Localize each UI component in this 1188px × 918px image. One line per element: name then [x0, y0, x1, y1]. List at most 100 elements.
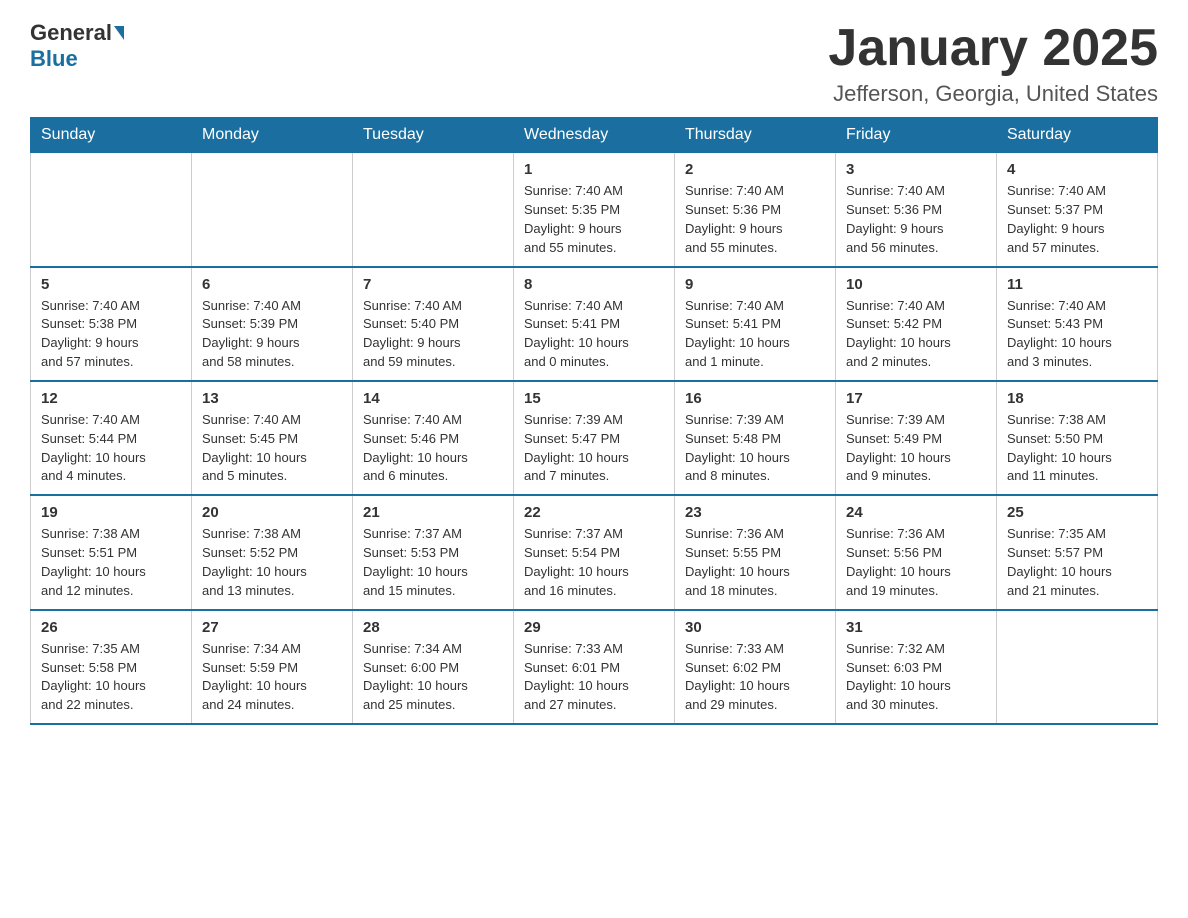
day-info: Sunrise: 7:32 AMSunset: 6:03 PMDaylight:… — [846, 640, 986, 715]
calendar-cell: 20 Sunrise: 7:38 AMSunset: 5:52 PMDayligh… — [192, 495, 353, 609]
calendar-week-row: 5 Sunrise: 7:40 AMSunset: 5:38 PMDaylight… — [31, 267, 1158, 381]
calendar-cell: 15 Sunrise: 7:39 AMSunset: 5:47 PMDayligh… — [514, 381, 675, 495]
day-of-week-header: Thursday — [675, 118, 836, 153]
day-of-week-header: Monday — [192, 118, 353, 153]
calendar-cell: 22 Sunrise: 7:37 AMSunset: 5:54 PMDayligh… — [514, 495, 675, 609]
calendar-cell: 5 Sunrise: 7:40 AMSunset: 5:38 PMDaylight… — [31, 267, 192, 381]
calendar-cell: 21 Sunrise: 7:37 AMSunset: 5:53 PMDayligh… — [353, 495, 514, 609]
day-number: 19 — [41, 504, 181, 521]
day-info: Sunrise: 7:40 AMSunset: 5:39 PMDaylight:… — [202, 297, 342, 372]
day-info: Sunrise: 7:33 AMSunset: 6:02 PMDaylight:… — [685, 640, 825, 715]
calendar-cell: 26 Sunrise: 7:35 AMSunset: 5:58 PMDayligh… — [31, 610, 192, 724]
calendar-week-row: 26 Sunrise: 7:35 AMSunset: 5:58 PMDayligh… — [31, 610, 1158, 724]
day-info: Sunrise: 7:40 AMSunset: 5:42 PMDaylight:… — [846, 297, 986, 372]
day-info: Sunrise: 7:40 AMSunset: 5:46 PMDaylight:… — [363, 411, 503, 486]
day-of-week-header: Friday — [836, 118, 997, 153]
day-number: 28 — [363, 619, 503, 636]
calendar-cell: 30 Sunrise: 7:33 AMSunset: 6:02 PMDayligh… — [675, 610, 836, 724]
calendar-week-row: 12 Sunrise: 7:40 AMSunset: 5:44 PMDayligh… — [31, 381, 1158, 495]
day-info: Sunrise: 7:40 AMSunset: 5:38 PMDaylight:… — [41, 297, 181, 372]
calendar-cell: 17Sunrise: 7:39 AMSunset: 5:49 PMDayligh… — [836, 381, 997, 495]
day-info: Sunrise: 7:39 AMSunset: 5:47 PMDaylight:… — [524, 411, 664, 486]
title-block: January 2025 Jefferson, Georgia, United … — [828, 20, 1158, 107]
calendar-cell — [997, 610, 1158, 724]
day-of-week-header: Wednesday — [514, 118, 675, 153]
day-number: 2 — [685, 161, 825, 178]
day-number: 27 — [202, 619, 342, 636]
calendar-cell: 16Sunrise: 7:39 AMSunset: 5:48 PMDayligh… — [675, 381, 836, 495]
day-number: 10 — [846, 276, 986, 293]
day-number: 8 — [524, 276, 664, 293]
day-number: 26 — [41, 619, 181, 636]
day-number: 12 — [41, 390, 181, 407]
calendar-cell: 10 Sunrise: 7:40 AMSunset: 5:42 PMDayligh… — [836, 267, 997, 381]
calendar-cell — [192, 153, 353, 267]
day-number: 5 — [41, 276, 181, 293]
calendar-cell: 28 Sunrise: 7:34 AMSunset: 6:00 PMDayligh… — [353, 610, 514, 724]
day-of-week-header: Saturday — [997, 118, 1158, 153]
day-info: Sunrise: 7:40 AMSunset: 5:37 PMDaylight:… — [1007, 182, 1147, 257]
day-info: Sunrise: 7:37 AMSunset: 5:54 PMDaylight:… — [524, 525, 664, 600]
calendar-cell: 4 Sunrise: 7:40 AMSunset: 5:37 PMDaylight… — [997, 153, 1158, 267]
calendar-cell: 9 Sunrise: 7:40 AMSunset: 5:41 PMDaylight… — [675, 267, 836, 381]
day-info: Sunrise: 7:40 AMSunset: 5:36 PMDaylight:… — [846, 182, 986, 257]
day-info: Sunrise: 7:36 AMSunset: 5:56 PMDaylight:… — [846, 525, 986, 600]
day-number: 21 — [363, 504, 503, 521]
day-number: 23 — [685, 504, 825, 521]
calendar-cell: 25 Sunrise: 7:35 AMSunset: 5:57 PMDayligh… — [997, 495, 1158, 609]
day-info: Sunrise: 7:40 AMSunset: 5:44 PMDaylight:… — [41, 411, 181, 486]
day-number: 4 — [1007, 161, 1147, 178]
day-number: 22 — [524, 504, 664, 521]
day-number: 29 — [524, 619, 664, 636]
calendar-cell: 7Sunrise: 7:40 AMSunset: 5:40 PMDaylight… — [353, 267, 514, 381]
day-of-week-header: Sunday — [31, 118, 192, 153]
calendar-table: SundayMondayTuesdayWednesdayThursdayFrid… — [30, 117, 1158, 725]
calendar-week-row: 1 Sunrise: 7:40 AMSunset: 5:35 PMDaylight… — [31, 153, 1158, 267]
calendar-header-row: SundayMondayTuesdayWednesdayThursdayFrid… — [31, 118, 1158, 153]
calendar-cell — [31, 153, 192, 267]
calendar-subtitle: Jefferson, Georgia, United States — [828, 81, 1158, 107]
day-number: 1 — [524, 161, 664, 178]
calendar-cell: 1 Sunrise: 7:40 AMSunset: 5:35 PMDaylight… — [514, 153, 675, 267]
day-info: Sunrise: 7:35 AMSunset: 5:58 PMDaylight:… — [41, 640, 181, 715]
day-info: Sunrise: 7:40 AMSunset: 5:35 PMDaylight:… — [524, 182, 664, 257]
day-info: Sunrise: 7:37 AMSunset: 5:53 PMDaylight:… — [363, 525, 503, 600]
day-info: Sunrise: 7:35 AMSunset: 5:57 PMDaylight:… — [1007, 525, 1147, 600]
day-number: 31 — [846, 619, 986, 636]
day-of-week-header: Tuesday — [353, 118, 514, 153]
day-number: 15 — [524, 390, 664, 407]
day-number: 30 — [685, 619, 825, 636]
logo-arrow-icon — [114, 26, 124, 40]
page-header: General Blue January 2025 Jefferson, Geo… — [30, 20, 1158, 107]
day-info: Sunrise: 7:34 AMSunset: 6:00 PMDaylight:… — [363, 640, 503, 715]
day-info: Sunrise: 7:34 AMSunset: 5:59 PMDaylight:… — [202, 640, 342, 715]
calendar-title: January 2025 — [828, 20, 1158, 77]
day-number: 18 — [1007, 390, 1147, 407]
calendar-week-row: 19 Sunrise: 7:38 AMSunset: 5:51 PMDayligh… — [31, 495, 1158, 609]
day-number: 25 — [1007, 504, 1147, 521]
day-info: Sunrise: 7:40 AMSunset: 5:41 PMDaylight:… — [685, 297, 825, 372]
day-info: Sunrise: 7:40 AMSunset: 5:36 PMDaylight:… — [685, 182, 825, 257]
day-info: Sunrise: 7:40 AMSunset: 5:43 PMDaylight:… — [1007, 297, 1147, 372]
calendar-cell: 23 Sunrise: 7:36 AMSunset: 5:55 PMDayligh… — [675, 495, 836, 609]
logo: General Blue — [30, 20, 124, 72]
calendar-cell: 2 Sunrise: 7:40 AMSunset: 5:36 PMDaylight… — [675, 153, 836, 267]
calendar-cell: 18 Sunrise: 7:38 AMSunset: 5:50 PMDayligh… — [997, 381, 1158, 495]
day-number: 3 — [846, 161, 986, 178]
day-info: Sunrise: 7:38 AMSunset: 5:50 PMDaylight:… — [1007, 411, 1147, 486]
day-number: 9 — [685, 276, 825, 293]
calendar-cell: 19 Sunrise: 7:38 AMSunset: 5:51 PMDayligh… — [31, 495, 192, 609]
day-number: 11 — [1007, 276, 1147, 293]
day-info: Sunrise: 7:40 AMSunset: 5:45 PMDaylight:… — [202, 411, 342, 486]
calendar-cell: 31 Sunrise: 7:32 AMSunset: 6:03 PMDayligh… — [836, 610, 997, 724]
calendar-cell: 8Sunrise: 7:40 AMSunset: 5:41 PMDaylight… — [514, 267, 675, 381]
calendar-cell: 6Sunrise: 7:40 AMSunset: 5:39 PMDaylight… — [192, 267, 353, 381]
day-info: Sunrise: 7:38 AMSunset: 5:51 PMDaylight:… — [41, 525, 181, 600]
calendar-cell: 13Sunrise: 7:40 AMSunset: 5:45 PMDayligh… — [192, 381, 353, 495]
day-number: 17 — [846, 390, 986, 407]
day-info: Sunrise: 7:38 AMSunset: 5:52 PMDaylight:… — [202, 525, 342, 600]
day-info: Sunrise: 7:36 AMSunset: 5:55 PMDaylight:… — [685, 525, 825, 600]
logo-blue-text: Blue — [30, 46, 78, 72]
calendar-cell: 3 Sunrise: 7:40 AMSunset: 5:36 PMDaylight… — [836, 153, 997, 267]
day-number: 20 — [202, 504, 342, 521]
